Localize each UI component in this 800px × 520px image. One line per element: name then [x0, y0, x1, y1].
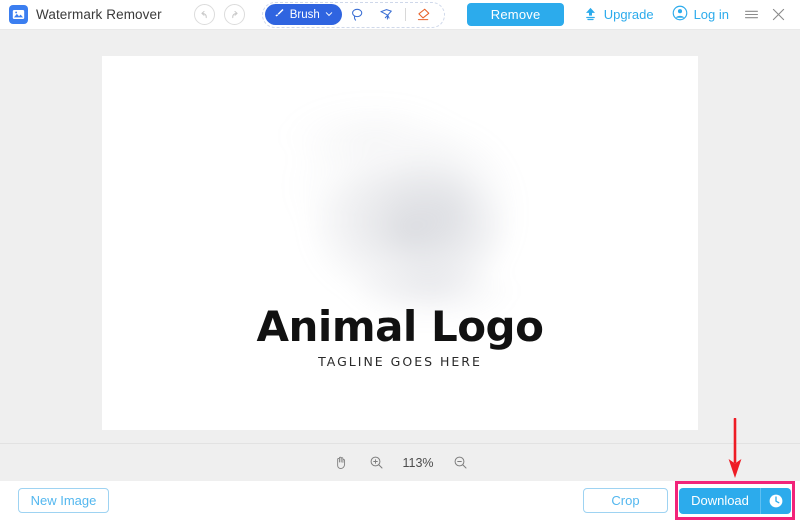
- hand-pan-icon: [336, 456, 345, 469]
- bottom-action-bar: New Image Crop Download: [0, 481, 800, 520]
- zoom-level-value: 113%: [402, 455, 434, 470]
- undo-arrow-icon: [201, 10, 207, 19]
- crop-button[interactable]: Crop: [583, 488, 668, 513]
- remove-button[interactable]: Remove: [466, 3, 565, 26]
- eraser-icon: [418, 8, 430, 21]
- logo-title-text: Animal Logo: [256, 302, 544, 351]
- close-window-button[interactable]: [765, 3, 792, 27]
- watermark-remover-app: Watermark Remover Brush Remove Upgrade L…: [0, 0, 800, 520]
- hand-pan-button[interactable]: [329, 452, 351, 474]
- login-label: Log in: [693, 7, 729, 22]
- app-title: Watermark Remover: [36, 7, 162, 22]
- lasso-icon: [352, 8, 363, 21]
- editor-stage: Animal Logo TAGLINE GOES HERE: [0, 30, 800, 443]
- hamburger-menu-button[interactable]: [738, 3, 765, 27]
- hamburger-menu-icon: [744, 10, 759, 19]
- undo-button[interactable]: [193, 4, 215, 25]
- eraser-tool-button[interactable]: [411, 4, 437, 26]
- zoom-toolbar: 113%: [0, 443, 800, 481]
- close-x-icon: [772, 8, 785, 21]
- lasso-tool-button[interactable]: [345, 4, 371, 26]
- zoom-out-icon: [454, 456, 466, 469]
- login-button[interactable]: Log in: [663, 5, 738, 24]
- new-image-button[interactable]: New Image: [18, 488, 109, 513]
- brush-tool-button[interactable]: Brush: [264, 4, 342, 25]
- app-brand: Watermark Remover: [9, 5, 162, 24]
- top-toolbar: Watermark Remover Brush Remove Upgrade L…: [0, 0, 800, 30]
- selection-tool-group: Brush: [261, 1, 445, 28]
- redo-button[interactable]: [223, 4, 245, 25]
- download-button[interactable]: Download: [679, 487, 791, 514]
- polygon-lasso-tool-button[interactable]: [374, 4, 400, 26]
- user-circle-icon: [672, 5, 688, 24]
- history-buttons: [193, 4, 245, 25]
- upload-arrow-icon: [583, 6, 598, 24]
- image-photo-icon: [9, 5, 28, 24]
- clock-icon: [761, 488, 791, 514]
- zoom-in-icon: [370, 456, 382, 469]
- brush-tool-label: Brush: [289, 8, 320, 21]
- image-canvas[interactable]: Animal Logo TAGLINE GOES HERE: [102, 56, 698, 430]
- download-highlight-box: Download: [675, 481, 795, 520]
- download-label: Download: [691, 493, 749, 508]
- polygon-lasso-icon: [380, 9, 393, 20]
- zoom-in-button[interactable]: [365, 452, 387, 474]
- removed-watermark-residue: [252, 86, 552, 336]
- zoom-out-button[interactable]: [449, 452, 471, 474]
- brush-icon: [273, 7, 285, 22]
- chevron-down-icon: [325, 9, 333, 21]
- upgrade-label: Upgrade: [603, 7, 654, 22]
- logo-tagline-text: TAGLINE GOES HERE: [318, 354, 482, 369]
- logo-artwork: Animal Logo TAGLINE GOES HERE: [102, 302, 698, 370]
- redo-arrow-icon: [231, 10, 238, 19]
- top-right-actions: Upgrade Log in: [574, 3, 800, 27]
- upgrade-button[interactable]: Upgrade: [574, 6, 663, 24]
- toolbar-divider: [404, 8, 406, 21]
